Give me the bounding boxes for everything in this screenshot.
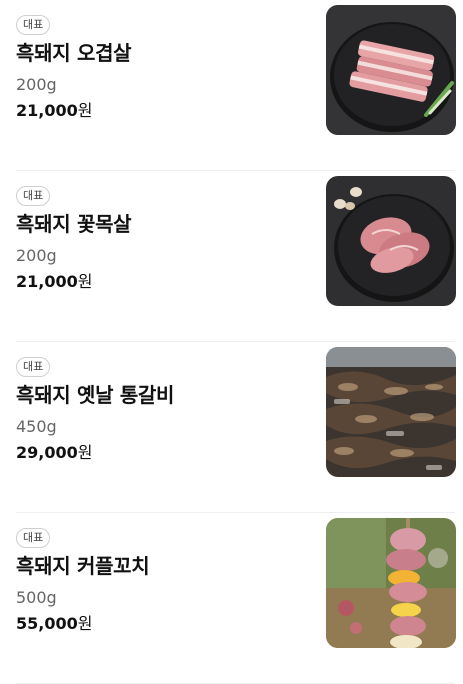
pork-neck-plate-image[interactable] <box>326 176 456 306</box>
signature-badge: 대표 <box>16 186 51 206</box>
menu-item-info: 대표 흑돼지 커플꼬치 500g 55,000원 <box>16 526 306 634</box>
menu-item-name[interactable]: 흑돼지 오겹살 <box>16 39 306 67</box>
signature-badge: 대표 <box>16 15 51 35</box>
menu-item-name[interactable]: 흑돼지 옛날 통갈비 <box>16 381 306 409</box>
menu-item-price: 21,000원 <box>16 272 306 292</box>
signature-badge: 대표 <box>16 357 51 377</box>
menu-item-name[interactable]: 흑돼지 커플꼬치 <box>16 552 306 580</box>
signature-badge: 대표 <box>16 528 51 548</box>
skewer-image[interactable] <box>326 518 456 648</box>
menu-item-weight: 200g <box>16 246 57 265</box>
price-value: 21,000 <box>16 101 78 120</box>
menu-item-price: 29,000원 <box>16 443 306 463</box>
menu-item-weight: 200g <box>16 75 57 94</box>
menu-item-name[interactable]: 흑돼지 꽃목살 <box>16 210 306 238</box>
menu-item[interactable]: 대표 흑돼지 꽃목살 200g 21,000원 <box>0 171 463 342</box>
menu-item[interactable]: 대표 흑돼지 오겹살 200g 21,000원 <box>0 0 463 171</box>
price-currency: 원 <box>77 614 93 633</box>
pork-belly-plate-image[interactable] <box>326 5 456 135</box>
price-value: 21,000 <box>16 272 78 291</box>
menu-item-price: 55,000원 <box>16 614 306 634</box>
price-currency: 원 <box>77 101 93 120</box>
menu-item-price: 21,000원 <box>16 101 306 121</box>
price-currency: 원 <box>77 443 93 462</box>
grilled-ribs-image[interactable] <box>326 347 456 477</box>
menu-list: 대표 흑돼지 오겹살 200g 21,000원 대표 흑돼지 꽃목살 200g … <box>0 0 463 684</box>
menu-item-info: 대표 흑돼지 오겹살 200g 21,000원 <box>16 13 306 121</box>
price-value: 29,000 <box>16 443 78 462</box>
price-value: 55,000 <box>16 614 78 633</box>
menu-item-info: 대표 흑돼지 꽃목살 200g 21,000원 <box>16 184 306 292</box>
menu-item-info: 대표 흑돼지 옛날 통갈비 450g 29,000원 <box>16 355 306 463</box>
menu-item-weight: 450g <box>16 417 57 436</box>
menu-item-weight: 500g <box>16 588 57 607</box>
menu-item[interactable]: 대표 흑돼지 커플꼬치 500g 55,000원 <box>0 513 463 684</box>
price-currency: 원 <box>77 272 93 291</box>
menu-item[interactable]: 대표 흑돼지 옛날 통갈비 450g 29,000원 <box>0 342 463 513</box>
